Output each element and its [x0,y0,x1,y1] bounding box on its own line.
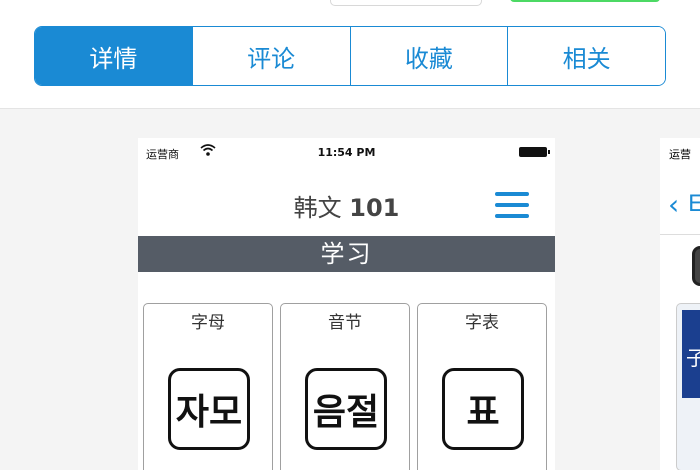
key-icon [692,246,700,286]
card-label: 音节 [328,313,362,333]
card-fragment-image: 子 [682,310,700,398]
card-label: 字表 [465,313,499,333]
card-chart[interactable]: 字表 표 [417,303,547,470]
status-time: 11:54 PM [317,146,376,159]
nav-bar: 韩文 101 [138,168,555,236]
battery-icon [519,147,550,157]
card-fragment-glyph: 子 [686,346,700,370]
app-title-number: 101 [349,194,400,222]
app-title-text: 韩文 [293,194,342,222]
app-title: 韩文 101 [138,188,555,223]
carrier-label: 运营 [669,148,691,161]
nav-divider [660,234,700,235]
green-button-fragment[interactable] [510,0,660,2]
hamburger-menu-icon[interactable] [495,192,529,218]
card-key-icon: 표 [442,368,524,450]
section-header: 学习 [138,236,555,272]
tab-comments[interactable]: 评论 [191,27,350,85]
app-screenshot-1[interactable]: 运营商 11:54 PM 韩文 101 学习 字母 자모 音节 음절 字表 표 [138,138,555,470]
card-key-icon: 음절 [305,368,387,450]
top-control-fragment[interactable] [330,0,482,6]
card-key-icon: 자모 [168,368,250,450]
tab-related[interactable]: 相关 [507,27,665,85]
card-syllable[interactable]: 音节 음절 [280,303,410,470]
back-label: E [688,192,700,217]
back-chevron-icon: ‹ [668,188,680,221]
segmented-tabs: 详情 评论 收藏 相关 [34,26,666,86]
card-alphabet[interactable]: 字母 자모 [143,303,273,470]
tab-details[interactable]: 详情 [35,27,192,85]
app-screenshot-2[interactable]: 运营 ‹ E 子 [660,138,700,470]
status-bar: 运营商 11:54 PM [138,138,555,168]
tab-favorites[interactable]: 收藏 [349,27,508,85]
card-label: 字母 [191,313,225,333]
